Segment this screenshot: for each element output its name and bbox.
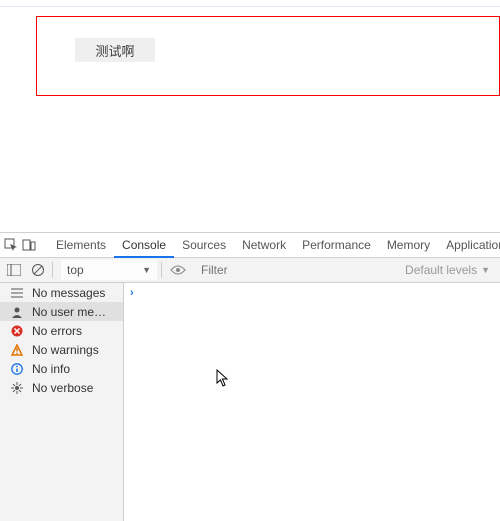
console-toolbar: top ▼ Default levels ▼ (0, 258, 500, 283)
page-area: 测试啊 (0, 0, 500, 225)
sidebar-item-label: No info (32, 362, 70, 376)
tab-memory[interactable]: Memory (379, 233, 438, 258)
filter-input[interactable] (196, 261, 376, 279)
tab-console[interactable]: Console (114, 233, 174, 258)
levels-label: Default levels (405, 263, 477, 277)
tab-application[interactable]: Application (438, 233, 500, 258)
sidebar-item-verbose[interactable]: No verbose (0, 378, 123, 397)
devtools-panel: Elements Console Sources Network Perform… (0, 232, 500, 521)
log-levels-selector[interactable]: Default levels ▼ (405, 263, 490, 277)
console-body: No messages No user me… No errors No war… (0, 283, 500, 521)
tab-elements[interactable]: Elements (48, 233, 114, 258)
sidebar-item-info[interactable]: No info (0, 359, 123, 378)
test-button[interactable]: 测试啊 (75, 38, 155, 62)
list-icon (10, 286, 24, 300)
divider-line (0, 6, 500, 7)
tab-sources[interactable]: Sources (174, 233, 234, 258)
devtools-tabbar: Elements Console Sources Network Perform… (0, 233, 500, 258)
sidebar-item-errors[interactable]: No errors (0, 321, 123, 340)
context-label: top (67, 263, 84, 277)
live-expression-icon[interactable] (166, 264, 190, 276)
sidebar-item-user-messages[interactable]: No user me… (0, 302, 123, 321)
divider (52, 262, 53, 278)
console-prompt-icon: › (124, 283, 500, 299)
context-selector[interactable]: top ▼ (61, 260, 157, 280)
tab-network[interactable]: Network (234, 233, 294, 258)
sidebar-item-label: No warnings (32, 343, 99, 357)
sidebar-item-messages[interactable]: No messages (0, 283, 123, 302)
verbose-icon (10, 381, 24, 395)
tab-performance[interactable]: Performance (294, 233, 379, 258)
device-toolbar-icon[interactable] (22, 237, 36, 253)
sidebar-item-warnings[interactable]: No warnings (0, 340, 123, 359)
warning-icon (10, 343, 24, 357)
sidebar-item-label: No user me… (32, 305, 106, 319)
sidebar-item-label: No errors (32, 324, 82, 338)
error-icon (10, 324, 24, 338)
chevron-down-icon: ▼ (142, 265, 151, 275)
console-sidebar: No messages No user me… No errors No war… (0, 283, 124, 521)
clear-console-icon[interactable] (28, 260, 48, 280)
divider (161, 262, 162, 278)
sidebar-item-label: No verbose (32, 381, 93, 395)
sidebar-item-label: No messages (32, 286, 105, 300)
user-icon (10, 305, 24, 319)
console-messages-area[interactable]: › (124, 283, 500, 521)
info-icon (10, 362, 24, 376)
mouse-cursor-icon (216, 369, 230, 387)
chevron-down-icon: ▼ (481, 265, 490, 275)
inspect-element-icon[interactable] (4, 237, 18, 253)
toggle-sidebar-icon[interactable] (4, 260, 24, 280)
